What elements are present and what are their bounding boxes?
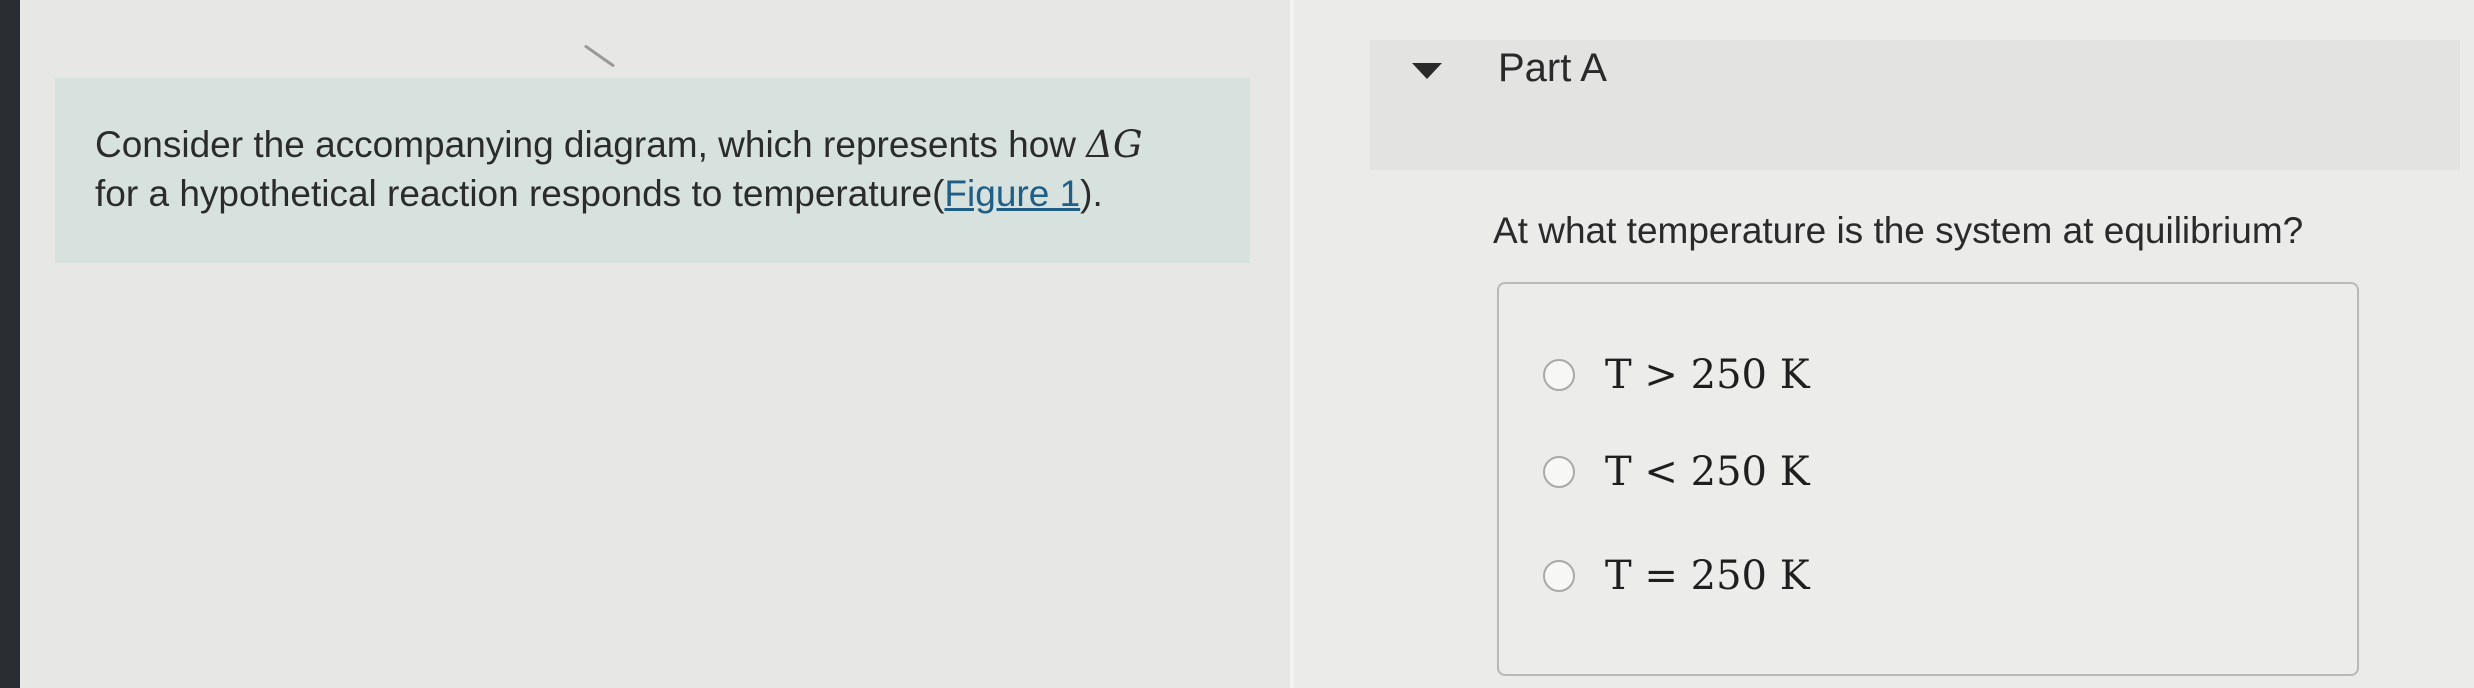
intro-line2-end: ). xyxy=(1080,173,1103,214)
delta-g-symbol: ΔG xyxy=(1086,123,1143,166)
radio-button[interactable] xyxy=(1543,560,1575,592)
option-label: T < 250 K xyxy=(1605,449,1810,495)
intro-text: Consider the accompanying diagram, which… xyxy=(95,120,1215,218)
option-label: T > 250 K xyxy=(1605,352,1810,398)
option-t-equal-250[interactable]: T = 250 K xyxy=(1543,551,1810,601)
figure-1-link[interactable]: Figure 1 xyxy=(944,173,1080,214)
option-t-greater-250[interactable]: T > 250 K xyxy=(1543,350,1810,400)
intro-line2: for a hypothetical reaction responds to … xyxy=(95,173,945,214)
intro-line1: Consider the accompanying diagram, which… xyxy=(95,124,1077,165)
radio-button[interactable] xyxy=(1543,456,1575,488)
question-text: At what temperature is the system at equ… xyxy=(1493,210,2304,251)
page: Consider the accompanying diagram, which… xyxy=(0,0,2474,688)
option-label: T = 250 K xyxy=(1605,553,1810,599)
part-title[interactable]: Part A xyxy=(1498,46,1607,91)
window-edge xyxy=(0,0,20,688)
option-t-less-250[interactable]: T < 250 K xyxy=(1543,447,1810,497)
radio-button[interactable] xyxy=(1543,359,1575,391)
caret-down-icon[interactable] xyxy=(1412,63,1442,79)
